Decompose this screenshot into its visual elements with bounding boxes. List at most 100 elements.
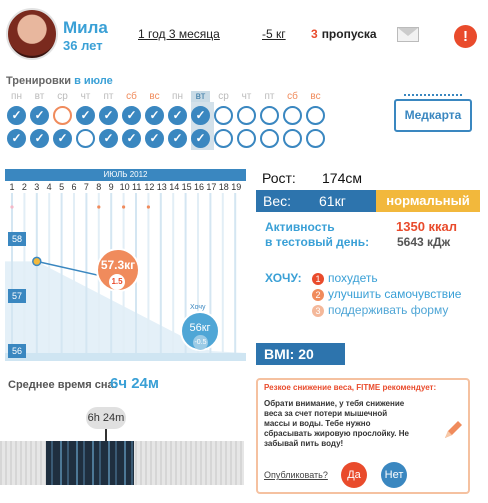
chart-day-tick: 17	[206, 182, 217, 192]
weekday-label: сб	[287, 91, 298, 102]
weight-label: Вес:	[263, 193, 292, 209]
y-label-58: 58	[8, 232, 26, 246]
height-label: Рост:	[262, 170, 296, 186]
training-day-done[interactable]: ✓	[53, 129, 72, 148]
training-day-empty[interactable]	[237, 106, 256, 125]
day-column	[172, 193, 175, 353]
current-weight-delta: 1.5	[109, 274, 125, 290]
chart-day-tick: 2	[21, 182, 27, 192]
avatar[interactable]	[6, 8, 58, 60]
chart-day-tick: 16	[194, 182, 205, 192]
advice-body: Обрати внимание, у тебя снижение веса за…	[264, 399, 409, 448]
training-day-done[interactable]: ✓	[122, 129, 141, 148]
weekday-label: сб	[126, 91, 137, 102]
skips-label: пропуска	[321, 27, 377, 41]
training-day-done[interactable]: ✓	[191, 129, 210, 148]
training-day-done[interactable]: ✓	[168, 106, 187, 125]
chart-day-tick: 12	[144, 182, 155, 192]
day-column	[159, 193, 162, 353]
weekday-label: пт	[264, 91, 275, 102]
day-column	[60, 193, 63, 353]
chart-header: ИЮЛЬ 2012	[5, 169, 246, 181]
goal-weight-value: 56кг	[189, 322, 211, 334]
want-number: 3	[312, 305, 324, 317]
training-day-done[interactable]: ✓	[145, 106, 164, 125]
weight-change-link[interactable]: -5 кг	[262, 27, 286, 41]
day-marker	[122, 205, 126, 209]
weekday-label: вс	[149, 91, 160, 102]
publish-yes-button[interactable]: Да	[341, 462, 367, 488]
training-day-empty[interactable]	[260, 129, 279, 148]
height-value: 174см	[322, 170, 362, 186]
training-day-done[interactable]: ✓	[99, 129, 118, 148]
training-day-done[interactable]: ✓	[7, 106, 26, 125]
advice-title: Резкое снижение веса, FITME рекомендует:	[264, 383, 437, 392]
goal-weight-bubble[interactable]: Хочу 56кг -0.5	[180, 304, 220, 351]
want-text: поддерживать форму	[328, 303, 449, 317]
want-item-keep-shape[interactable]: 3 поддерживать форму	[312, 303, 448, 317]
skips-counter: 3 пропуска	[311, 27, 377, 41]
training-day-empty[interactable]	[76, 129, 95, 148]
weekday-label: ср	[218, 91, 229, 102]
chart-day-tick: 19	[231, 182, 242, 192]
training-day-done[interactable]: ✓	[168, 129, 187, 148]
want-item-lose-weight[interactable]: 1 похудеть	[312, 271, 378, 285]
period-link[interactable]: 1 год 3 месяца	[138, 27, 220, 41]
training-day-done[interactable]: ✓	[145, 129, 164, 148]
weekday-label: вт	[34, 91, 45, 102]
training-day-empty[interactable]	[306, 129, 325, 148]
training-day-done[interactable]: ✓	[30, 129, 49, 148]
chart-day-tick: 10	[119, 182, 130, 192]
alert-icon[interactable]: !	[454, 25, 477, 48]
day-column	[23, 193, 26, 353]
publish-no-button[interactable]: Нет	[381, 462, 407, 488]
user-age: 36 лет	[63, 38, 103, 53]
weekday-label: пн	[11, 91, 22, 102]
chart-day-tick: 11	[132, 182, 142, 192]
training-day-empty[interactable]	[214, 106, 233, 125]
weekday-label: ср	[57, 91, 68, 102]
chart-day-tick: 7	[83, 182, 89, 192]
weekday-label: вт	[191, 91, 210, 102]
mail-icon[interactable]	[397, 27, 419, 42]
training-day-done[interactable]: ✓	[30, 106, 49, 125]
training-day-empty[interactable]	[283, 129, 302, 148]
weight-status-badge: нормальный	[376, 190, 480, 212]
sleep-label: Среднее время сна:	[8, 379, 118, 391]
trainings-label: Тренировки	[6, 75, 72, 87]
training-day-done[interactable]: ✓	[191, 106, 210, 125]
want-item-wellbeing[interactable]: 2 улучшить самочувствие	[312, 287, 461, 301]
chart-day-tick: 9	[108, 182, 114, 192]
training-day-empty[interactable]	[283, 106, 302, 125]
skips-count: 3	[311, 27, 318, 41]
chart-day-tick: 5	[59, 182, 65, 192]
want-text: похудеть	[328, 271, 378, 285]
pencil-icon	[445, 421, 462, 438]
sleep-value: 6ч 24м	[110, 375, 159, 392]
chart-day-tick: 18	[218, 182, 229, 192]
chart-day-tick: 8	[96, 182, 102, 192]
activity-label-2: в тестовый день:	[265, 235, 370, 249]
y-label-57: 57	[8, 289, 26, 303]
day-column	[147, 193, 150, 353]
training-day-empty[interactable]	[260, 106, 279, 125]
training-day-empty[interactable]	[214, 129, 233, 148]
medcard-button[interactable]: Медкарта	[394, 99, 472, 132]
training-day-done[interactable]: ✓	[76, 106, 95, 125]
training-day-done[interactable]: ✓	[122, 106, 141, 125]
day-column	[221, 193, 224, 353]
training-day-done[interactable]: ✓	[99, 106, 118, 125]
day-column	[234, 193, 237, 353]
goal-caption: Хочу	[190, 304, 206, 311]
day-column	[11, 193, 13, 353]
trainings-title: Тренировки в июле	[6, 75, 113, 87]
weekday-label: вс	[310, 91, 321, 102]
chart-day-tick: 3	[34, 182, 40, 192]
training-day-empty[interactable]	[306, 106, 325, 125]
current-weight-bubble[interactable]: 57.3кг 1.5	[96, 248, 140, 292]
training-day-done[interactable]: ✓	[7, 129, 26, 148]
training-day-empty[interactable]	[237, 129, 256, 148]
training-day-miss[interactable]	[53, 106, 72, 125]
y-label-56: 56	[8, 344, 26, 358]
chart-day-tick: 13	[156, 182, 167, 192]
